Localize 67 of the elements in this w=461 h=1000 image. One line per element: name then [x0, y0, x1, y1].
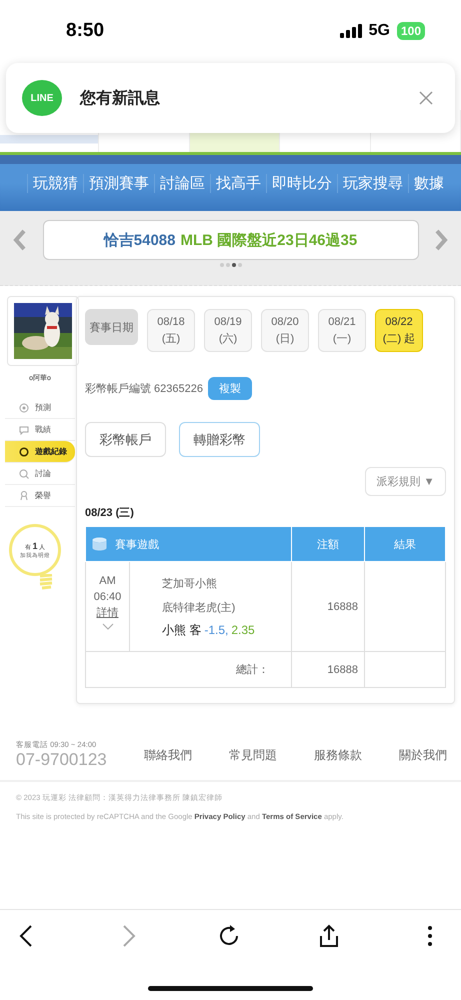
nav-item[interactable]: 玩家搜尋 [337, 174, 408, 192]
network-label: 5G [368, 22, 390, 40]
footer-link[interactable]: 常見問題 [228, 746, 277, 764]
home-team: 底特律老虎(主) [162, 600, 236, 616]
stake-cell: 16888 [292, 562, 364, 652]
page-dot[interactable] [232, 263, 236, 267]
game-time: 06:40 [92, 590, 122, 605]
game-period: AM [98, 574, 117, 589]
chevron-right-icon[interactable] [434, 229, 448, 251]
odds-value: 2.35 [231, 622, 255, 639]
bulb-base-icon [38, 574, 54, 592]
nav-item[interactable]: 討論區 [154, 174, 210, 192]
away-team: 芝加哥小熊 [162, 577, 218, 592]
footer-link[interactable]: 關於我們 [398, 746, 447, 764]
battery-indicator: 100 [396, 22, 425, 40]
tab[interactable]: 轉贈彩幣 [179, 422, 260, 457]
rules-dropdown[interactable]: 派彩規則 ▼ [365, 467, 446, 496]
nav-item[interactable]: 預測賽事 [83, 174, 154, 192]
app-name: LINE [30, 92, 54, 104]
sidebar-item[interactable]: 討論 [5, 463, 75, 485]
page-dot[interactable] [226, 263, 230, 267]
page-dot[interactable] [238, 263, 242, 267]
column-header: 結果 [364, 526, 446, 562]
banner-box[interactable]: 恰吉54088 MLB 國際盤近23日46過35 [42, 220, 418, 260]
date-button[interactable]: 08/21 (一) [318, 309, 366, 352]
notification-message: 您有新訊息 [80, 88, 161, 108]
sidebar-item[interactable]: 預測 [5, 397, 75, 419]
share-icon[interactable] [318, 924, 340, 948]
total-cell: 16888 [292, 652, 364, 688]
ring-icon [19, 446, 29, 456]
date-label: 賽事日期 [85, 309, 138, 345]
nav-item[interactable]: 玩競猜 [27, 174, 83, 192]
day-heading: 08/23 (三) [85, 506, 135, 520]
target-icon [19, 402, 29, 412]
chevron-down-icon[interactable] [102, 623, 114, 630]
tab[interactable]: 彩幣帳戶 [85, 422, 166, 457]
magnifier-icon [19, 468, 29, 478]
signal-icon [340, 24, 362, 38]
close-icon[interactable] [419, 91, 433, 105]
date-button[interactable]: 08/22 (二) 起 [375, 309, 423, 352]
column-header: 注額 [292, 526, 364, 562]
notification-card[interactable]: LINE 您有新訊息 [6, 63, 455, 133]
details-link[interactable]: 詳情 [86, 605, 129, 621]
reload-icon[interactable] [218, 924, 240, 948]
medal-icon [19, 490, 29, 500]
tipster-record: MLB 國際盤近23日46過35 [180, 230, 358, 250]
chevron-left-icon[interactable] [13, 229, 27, 251]
database-icon [92, 537, 107, 551]
status-time: 8:50 [66, 20, 104, 42]
nav-item[interactable]: 找高手 [210, 174, 266, 192]
date-button[interactable]: 08/19 (六) [204, 309, 252, 352]
sidebar-item[interactable]: 遊戲紀錄 [5, 441, 75, 463]
page-dot[interactable] [220, 263, 224, 267]
footer-link[interactable]: 服務條款 [314, 746, 362, 764]
speech-bubble-icon [19, 424, 29, 434]
handicap-line: -1.5, [204, 622, 228, 639]
sidebar-item[interactable]: 榮譽 [5, 485, 75, 507]
date-button[interactable]: 08/20 (日) [261, 309, 309, 352]
nav-item[interactable]: 數據 [408, 174, 449, 192]
tipster-name: 恰吉54088 [104, 230, 176, 250]
pick-text: 小熊 客 [162, 622, 202, 639]
column-title: 賽事遊戲 [115, 538, 159, 552]
total-label: 總計： [86, 652, 292, 688]
footer-link[interactable]: 聯絡我們 [144, 746, 192, 764]
date-button[interactable]: 08/18 (五) [147, 309, 195, 352]
account-number: 彩幣帳戶編號 62365226 [85, 382, 203, 396]
nav-item[interactable]: 即時比分 [266, 174, 337, 192]
